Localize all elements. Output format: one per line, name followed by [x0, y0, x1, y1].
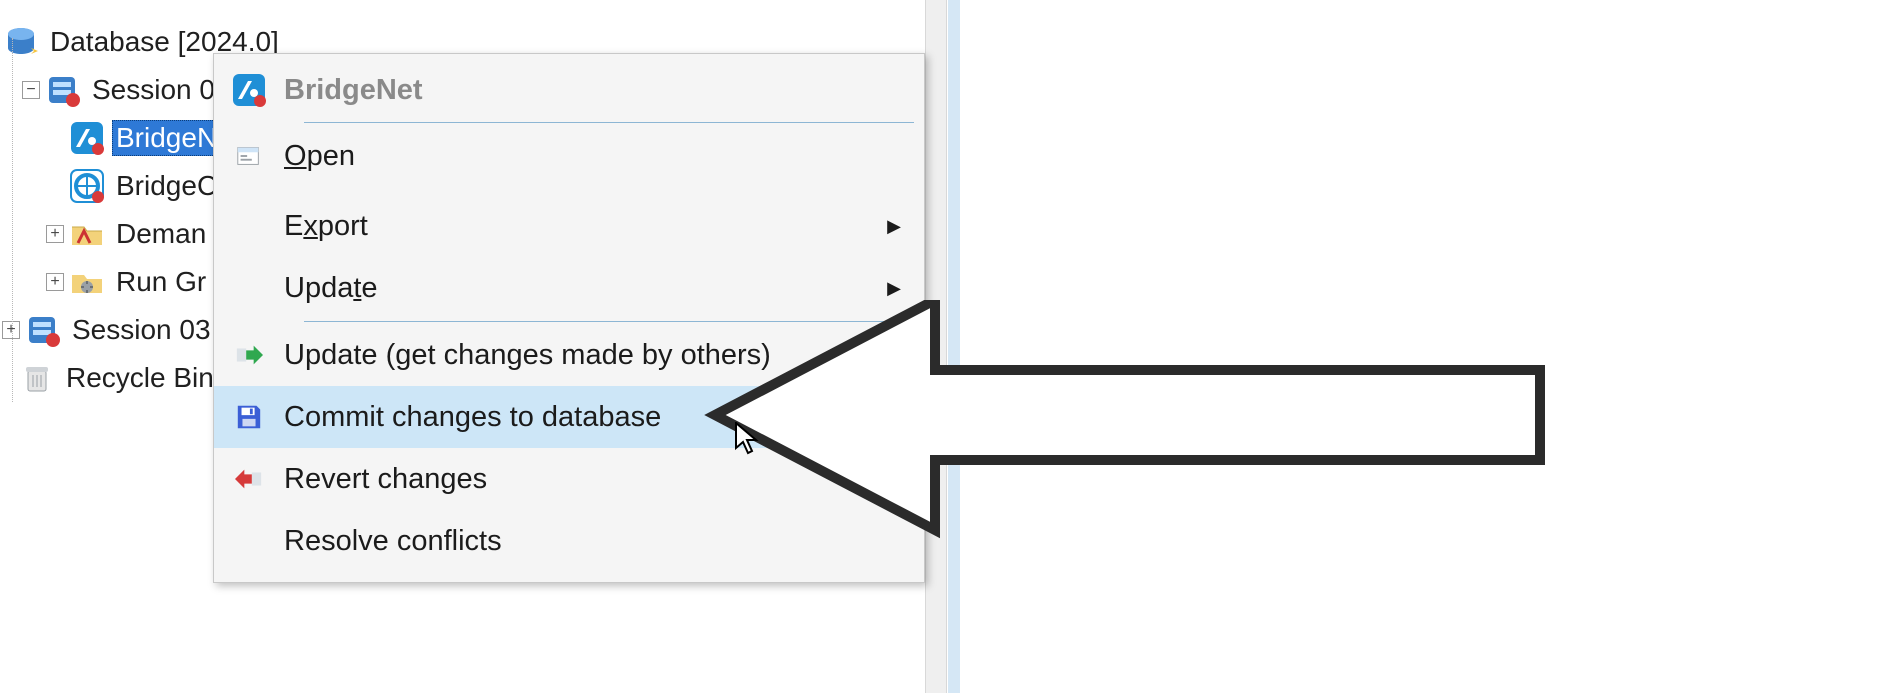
expand-icon[interactable]: + [46, 225, 64, 243]
menu-separator [304, 321, 914, 322]
tree-node-label: Run Gr [112, 264, 210, 300]
menu-item-label: Export [284, 210, 882, 243]
menu-item-label: Open [284, 140, 882, 173]
menu-item-update[interactable]: Update (get changes made by others) [214, 324, 924, 386]
folder-run-icon [70, 265, 104, 299]
menu-item-revert[interactable]: Revert changes [214, 448, 924, 510]
arrow-left-red-icon [214, 465, 284, 493]
context-menu: BridgeNet Open Export ▶ Update ▶ [213, 53, 925, 583]
menu-item-label: Update (get changes made by others) [284, 339, 882, 372]
expand-icon[interactable]: + [2, 321, 20, 339]
tree-node-label: Deman [112, 216, 210, 252]
context-menu-title: BridgeNet [284, 74, 906, 107]
menu-item-label: Update [284, 272, 882, 305]
panel-divider[interactable] [948, 0, 960, 693]
menu-item-open[interactable]: Open [214, 125, 924, 187]
menu-item-label: Resolve conflicts [284, 525, 882, 558]
tree-node-label: BridgeC [112, 168, 221, 204]
vertical-scrollbar[interactable] [925, 0, 947, 693]
submenu-arrow-icon: ▶ [882, 216, 906, 237]
expand-icon[interactable]: + [46, 273, 64, 291]
menu-separator [304, 122, 914, 123]
open-icon [214, 142, 284, 170]
menu-item-label: Commit changes to database [284, 401, 882, 434]
tree-node-label: BridgeN [112, 120, 221, 156]
bridgenet-icon [214, 73, 284, 107]
submenu-arrow-icon: ▶ [882, 278, 906, 299]
bridgenet-icon [70, 121, 104, 155]
menu-item-export[interactable]: Export ▶ [214, 195, 924, 257]
menu-item-resolve[interactable]: Resolve conflicts [214, 510, 924, 572]
bridgeopt-icon [70, 169, 104, 203]
database-icon [4, 25, 38, 59]
session-icon [26, 313, 60, 347]
arrow-right-green-icon [214, 341, 284, 369]
tree-node-label: Recycle Bin [62, 360, 218, 396]
context-menu-title-row: BridgeNet [214, 60, 924, 120]
menu-item-commit[interactable]: Commit changes to database [214, 386, 924, 448]
save-icon [214, 403, 284, 431]
session-icon [46, 73, 80, 107]
spacer [2, 369, 20, 387]
tree-node-label: Session 03 [68, 312, 215, 348]
recycle-bin-icon [20, 361, 54, 395]
menu-item-update-submenu[interactable]: Update ▶ [214, 257, 924, 319]
menu-item-label: Revert changes [284, 463, 882, 496]
collapse-icon[interactable]: − [22, 81, 40, 99]
folder-demand-icon [70, 217, 104, 251]
